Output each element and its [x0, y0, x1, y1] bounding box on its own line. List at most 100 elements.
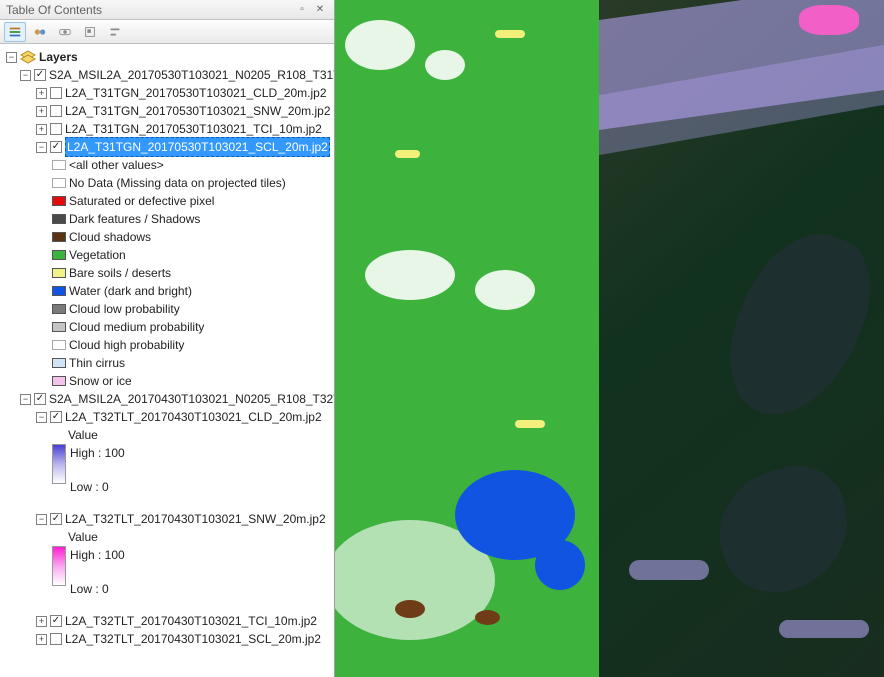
class-swatch — [52, 304, 66, 314]
toc-panel: Table Of Contents ▫ ✕ − Layers — [0, 0, 335, 677]
visibility-checkbox[interactable] — [50, 87, 62, 99]
map-view[interactable] — [335, 0, 884, 677]
layer-name: L2A_T32TLT_20170430T103021_SNW_20m.jp2 — [65, 510, 326, 528]
class-label: Cloud high probability — [69, 336, 184, 354]
collapse-icon[interactable]: − — [6, 52, 17, 63]
sublayer[interactable]: + L2A_T31TGN_20170530T103021_TCI_10m.jp2 — [2, 120, 332, 138]
expand-icon[interactable]: + — [36, 88, 47, 99]
panel-title: Table Of Contents — [6, 3, 102, 17]
collapse-icon[interactable]: − — [36, 412, 47, 423]
class-label: <all other values> — [69, 156, 164, 174]
class-row[interactable]: Cloud medium probability — [2, 318, 332, 336]
list-by-source-button[interactable] — [29, 22, 51, 42]
layers-icon — [20, 50, 36, 64]
class-label: Cloud medium probability — [69, 318, 204, 336]
pin-icon[interactable]: ▫ — [294, 3, 310, 17]
visibility-checkbox[interactable] — [50, 123, 62, 135]
class-swatch — [52, 322, 66, 332]
layer-name: L2A_T32TLT_20170430T103021_CLD_20m.jp2 — [65, 408, 322, 426]
collapse-icon[interactable]: − — [36, 142, 47, 153]
class-row[interactable]: Cloud high probability — [2, 336, 332, 354]
class-swatch — [52, 196, 66, 206]
list-by-drawing-order-button[interactable] — [4, 22, 26, 42]
class-swatch — [52, 178, 66, 188]
sublayer[interactable]: + L2A_T32TLT_20170430T103021_TCI_10m.jp2 — [2, 612, 332, 630]
layer-name: L2A_T31TGN_20170530T103021_CLD_20m.jp2 — [65, 84, 327, 102]
layers-label: Layers — [39, 48, 78, 66]
visibility-checkbox[interactable] — [50, 633, 62, 645]
class-label: Cloud low probability — [69, 300, 180, 318]
class-row[interactable]: Vegetation — [2, 246, 332, 264]
layer-name: L2A_T31TGN_20170530T103021_SCL_20m.jp2 — [65, 137, 330, 157]
class-row[interactable]: Saturated or defective pixel — [2, 192, 332, 210]
visibility-checkbox[interactable] — [50, 411, 62, 423]
ramp-swatch — [52, 444, 66, 484]
class-swatch — [52, 232, 66, 242]
collapse-icon[interactable]: − — [20, 394, 31, 405]
class-row[interactable]: Dark features / Shadows — [2, 210, 332, 228]
class-label: Saturated or defective pixel — [69, 192, 214, 210]
value-label: Value — [68, 426, 98, 444]
layer-tree[interactable]: − Layers − S2A_MSIL2A_20170530T103021_N0… — [0, 44, 334, 677]
ramp-swatch — [52, 546, 66, 586]
sublayer[interactable]: + L2A_T31TGN_20170530T103021_CLD_20m.jp2 — [2, 84, 332, 102]
visibility-checkbox[interactable] — [34, 69, 46, 81]
map-scl-tile — [335, 0, 599, 677]
class-swatch — [52, 160, 66, 170]
group-layer[interactable]: − S2A_MSIL2A_20170530T103021_N0205_R108_… — [2, 66, 332, 84]
class-swatch — [52, 214, 66, 224]
class-row[interactable]: No Data (Missing data on projected tiles… — [2, 174, 332, 192]
sublayer[interactable]: − L2A_T32TLT_20170430T103021_CLD_20m.jp2 — [2, 408, 332, 426]
visibility-checkbox[interactable] — [50, 105, 62, 117]
sublayer[interactable]: + L2A_T32TLT_20170430T103021_SCL_20m.jp2 — [2, 630, 332, 648]
class-swatch — [52, 286, 66, 296]
class-swatch — [52, 250, 66, 260]
low-label: Low : 0 — [70, 478, 125, 496]
expand-icon[interactable]: + — [36, 124, 47, 135]
class-label: Bare soils / deserts — [69, 264, 171, 282]
group-layer-name: S2A_MSIL2A_20170530T103021_N0205_R108_T3… — [49, 66, 334, 84]
visibility-checkbox[interactable] — [50, 513, 62, 525]
expand-icon[interactable]: + — [36, 616, 47, 627]
class-row[interactable]: <all other values> — [2, 156, 332, 174]
class-row[interactable]: Snow or ice — [2, 372, 332, 390]
list-by-selection-button[interactable] — [79, 22, 101, 42]
layer-name: L2A_T31TGN_20170530T103021_TCI_10m.jp2 — [65, 120, 322, 138]
collapse-icon[interactable]: − — [20, 70, 31, 81]
class-label: Thin cirrus — [69, 354, 125, 372]
layer-name: L2A_T32TLT_20170430T103021_SCL_20m.jp2 — [65, 630, 321, 648]
color-ramp-pink: High : 100 Low : 0 — [2, 546, 332, 598]
class-row[interactable]: Water (dark and bright) — [2, 282, 332, 300]
close-icon[interactable]: ✕ — [312, 3, 328, 17]
group-layer[interactable]: − S2A_MSIL2A_20170430T103021_N0205_R108_… — [2, 390, 332, 408]
toc-toolbar — [0, 20, 334, 44]
layers-root[interactable]: − Layers — [2, 48, 332, 66]
class-row[interactable]: Cloud shadows — [2, 228, 332, 246]
list-by-visibility-button[interactable] — [54, 22, 76, 42]
class-swatch — [52, 358, 66, 368]
class-row[interactable]: Cloud low probability — [2, 300, 332, 318]
panel-header: Table Of Contents ▫ ✕ — [0, 0, 334, 20]
visibility-checkbox[interactable] — [50, 615, 62, 627]
sublayer[interactable]: − L2A_T31TGN_20170530T103021_SCL_20m.jp2 — [2, 138, 332, 156]
visibility-checkbox[interactable] — [50, 141, 62, 153]
group-layer-name: S2A_MSIL2A_20170430T103021_N0205_R108_T3… — [49, 390, 334, 408]
class-row[interactable]: Bare soils / deserts — [2, 264, 332, 282]
value-header: Value — [2, 426, 332, 444]
expand-icon[interactable]: + — [36, 634, 47, 645]
class-label: Water (dark and bright) — [69, 282, 192, 300]
collapse-icon[interactable]: − — [36, 514, 47, 525]
visibility-checkbox[interactable] — [34, 393, 46, 405]
class-label: Cloud shadows — [69, 228, 151, 246]
options-button[interactable] — [104, 22, 126, 42]
color-ramp-blue: High : 100 Low : 0 — [2, 444, 332, 496]
class-row[interactable]: Thin cirrus — [2, 354, 332, 372]
layer-name: L2A_T32TLT_20170430T103021_TCI_10m.jp2 — [65, 612, 317, 630]
value-header: Value — [2, 528, 332, 546]
expand-icon[interactable]: + — [36, 106, 47, 117]
class-swatch — [52, 376, 66, 386]
sublayer[interactable]: − L2A_T32TLT_20170430T103021_SNW_20m.jp2 — [2, 510, 332, 528]
class-label: Dark features / Shadows — [69, 210, 200, 228]
class-label: Snow or ice — [69, 372, 132, 390]
sublayer[interactable]: +L2A_T31TGN_20170530T103021_SNW_20m.jp2 — [2, 102, 332, 120]
